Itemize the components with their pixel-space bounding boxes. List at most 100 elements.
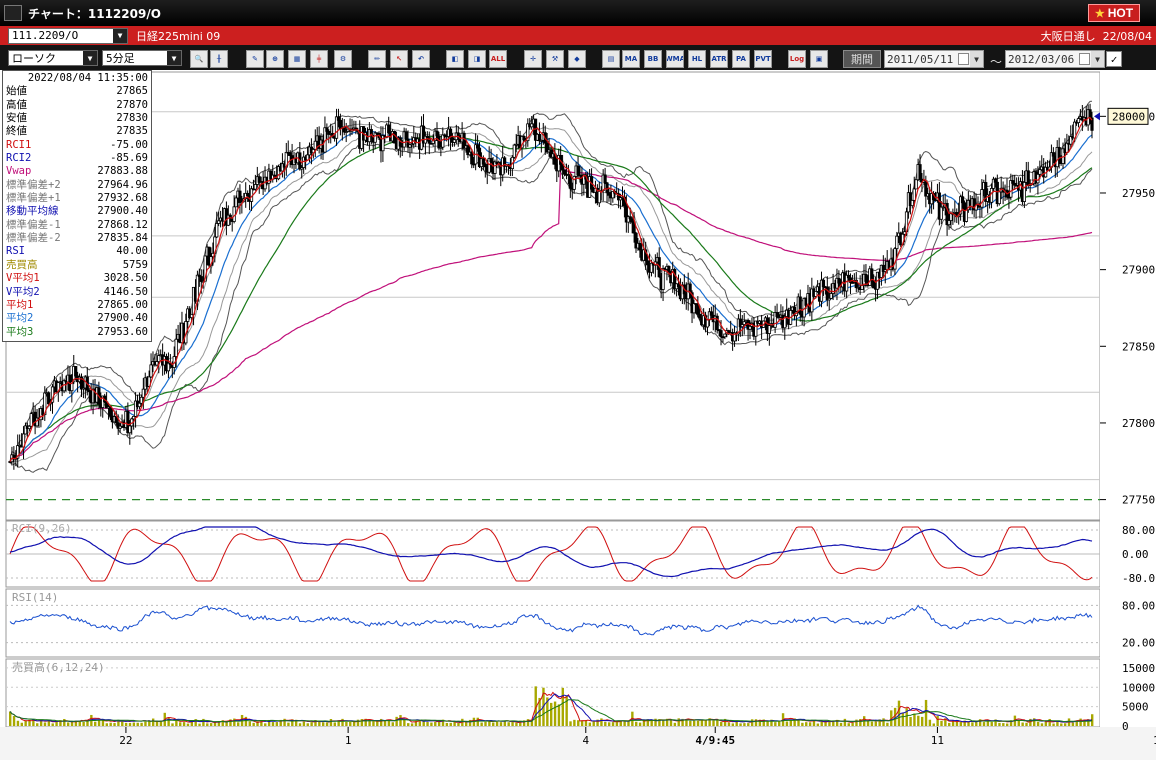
info-value: 27868.12 [97,218,148,231]
hot-button[interactable]: ★ HOT [1088,4,1140,22]
candle-body [661,268,665,290]
ma-button[interactable]: MA [622,50,640,68]
volume-bar [550,702,553,726]
crosshair-2-icon[interactable]: ✛ [524,50,542,68]
volume-bar [43,722,47,726]
volume-bar [569,721,572,726]
volume-bar [1063,723,1067,726]
volume-bar [677,718,680,726]
grid2-icon[interactable]: ▤ [602,50,620,68]
candle-body [325,127,329,132]
log-button[interactable]: Log [788,50,806,68]
info-label: 終値 [6,125,27,138]
info-label: 平均1 [6,298,34,311]
candle-body [775,312,779,317]
candle-body [128,425,132,434]
info-row: 標準偏差-1 27868.12 [6,219,148,232]
volume-bar [302,721,306,726]
palette-icon[interactable]: ◆ [568,50,586,68]
info-value: -85.69 [110,152,148,165]
all-button[interactable]: ALL [489,50,507,68]
bb-button[interactable]: BB [644,50,662,68]
info-row: 平均3 27953.60 [6,326,148,339]
candle-body [475,144,480,149]
volume-bar [248,721,251,726]
volume-bar [816,723,820,726]
volume-bar [495,721,499,726]
volume-bar [913,713,916,726]
volume-bar [9,711,12,726]
chevron-down-icon: ▼ [970,51,983,67]
candle-body [605,182,609,193]
volume-bar [936,715,939,726]
volume-bar [252,722,255,726]
pvt-button[interactable]: PVT [754,50,772,68]
volume-bar [124,722,128,726]
date-to-input[interactable]: 2012/03/06 ▼ [1005,50,1105,68]
chart-area[interactable]: 2775027800278502790027950280002800080.00… [0,70,1156,760]
candle-body [452,139,456,143]
info-row: 平均1 27865.00 [6,299,148,312]
grid-icon[interactable]: ▦ [288,50,306,68]
date-from-input[interactable]: 2011/05/11 ▼ [884,50,984,68]
volume-tick-label: 10000 [1122,681,1155,694]
candle-body [646,260,650,266]
toolbar: ローソク ▼ 5分足 ▼ 🔍 ╫ ✎ ⊕ ▦ ╪ ⚙ ✏ ↖ ↶ ◧ ◨ ALL ✛… [0,45,1156,73]
candle-body [1022,181,1026,202]
volume-bar [391,722,394,726]
volume-bar [1040,723,1044,726]
candle-body [155,361,159,366]
layout-icon[interactable]: ▣ [810,50,828,68]
crosshair-icon[interactable]: ╫ [210,50,228,68]
volume-bar [1052,723,1055,726]
volume-bar [851,722,854,726]
zoom-icon[interactable]: 🔍 [190,50,208,68]
pa-button[interactable]: PA [732,50,750,68]
volume-bar [986,720,990,726]
volume-bar [990,722,993,726]
info-value: 27870 [116,98,148,111]
info-value: 27835.84 [97,232,148,245]
pencil-icon[interactable]: ✏ [368,50,386,68]
info-label: 平均2 [6,312,34,325]
symbol-select[interactable]: 111.2209/O ▼ [8,27,128,44]
volume-bar [928,719,932,726]
volume-tick-label: 5000 [1122,701,1149,714]
volume-bar [967,721,970,726]
chart-type-select[interactable]: ローソク ▼ [8,50,98,66]
volume-bar [785,721,789,726]
volume-bar [607,722,611,726]
candle-right-icon[interactable]: ◨ [468,50,486,68]
settings-icon[interactable]: ⚙ [334,50,352,68]
atr-button[interactable]: ATR [710,50,728,68]
candle-body [705,319,710,328]
volume-bar [901,712,905,726]
candle-body [1057,147,1061,160]
chevron-down-icon: ▼ [1091,51,1104,67]
volume-bar [739,723,742,726]
period-button[interactable]: 期間 [843,50,881,68]
tool-icon[interactable]: ⚒ [546,50,564,68]
info-value: 4146.50 [103,285,148,298]
period-checkbox[interactable]: ✓ [1106,51,1122,67]
volume-bar [437,721,441,726]
zoom-in-icon[interactable]: ⊕ [266,50,284,68]
volume-bar [673,722,677,726]
hl-button[interactable]: HL [688,50,706,68]
pointer-icon[interactable]: ↖ [390,50,408,68]
candle-body [238,190,242,203]
info-label: 標準偏差-2 [6,232,61,245]
volume-bar [847,723,850,726]
volume-bar [97,720,101,726]
volume-bar [136,722,139,726]
rci-title: RCI(9,26) [12,522,72,535]
undo-icon[interactable]: ↶ [412,50,430,68]
volume-bar [94,721,97,726]
timeframe-select[interactable]: 5分足 ▼ [102,50,182,66]
candle-left-icon[interactable]: ◧ [446,50,464,68]
candle-body [387,124,391,134]
info-value: 40.00 [116,245,148,258]
wma-button[interactable]: WMA [666,50,684,68]
split-icon[interactable]: ╪ [310,50,328,68]
draw-icon[interactable]: ✎ [246,50,264,68]
